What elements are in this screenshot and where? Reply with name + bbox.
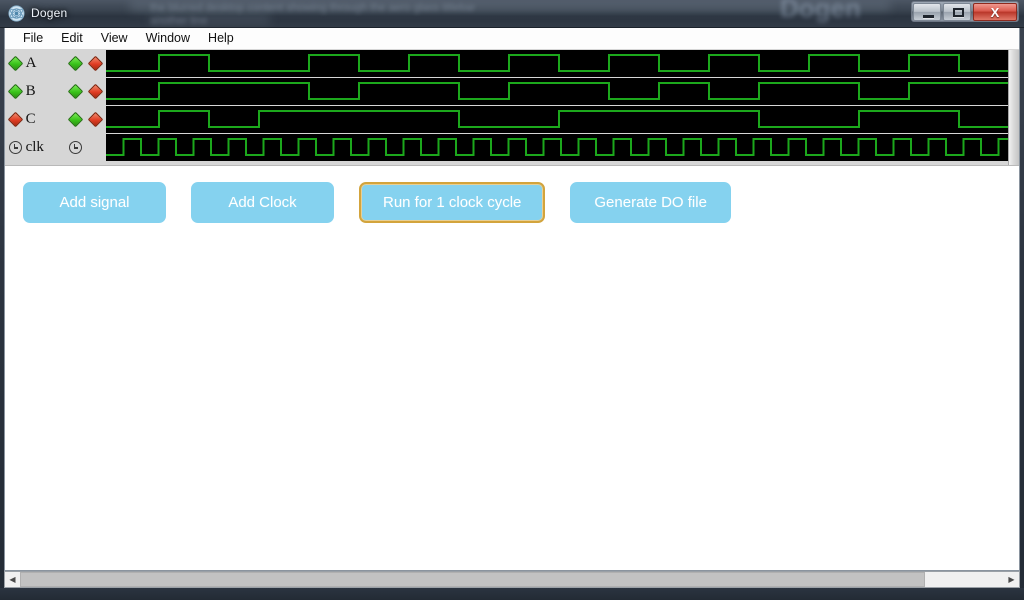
horizontal-scrollbar[interactable]: ◀ ▶ (4, 571, 1020, 588)
application-window: the blurred desktop content showing thro… (0, 0, 1024, 600)
add-signal-button[interactable]: Add signal (23, 182, 166, 223)
set-low-icon-c[interactable] (85, 111, 106, 128)
set-low-icon-b[interactable] (85, 83, 106, 100)
waveform-trace-clk (106, 138, 1018, 156)
app-logo-icon (8, 5, 25, 22)
menu-item-edit[interactable]: Edit (52, 29, 92, 48)
maximize-button[interactable] (943, 3, 971, 21)
set-high-icon-b[interactable] (65, 83, 86, 100)
window-controls: X (911, 1, 1019, 22)
signal-name-a: A (25, 55, 37, 71)
set-high-icon-a[interactable] (65, 55, 86, 72)
clock-state-icon-clk (5, 141, 26, 154)
signal-row-a: A (5, 50, 1019, 77)
signal-name-b: B (25, 83, 36, 99)
glass-blur-blob (130, 2, 890, 11)
window-title: Dogen (31, 6, 68, 20)
waveform-trace-b (106, 82, 1018, 100)
signal-row-b: B (5, 78, 1019, 105)
signal-row-c: C (5, 106, 1019, 133)
clock-edit-icon-clk[interactable] (65, 141, 86, 154)
scroll-right-arrow-icon[interactable]: ▶ (1004, 572, 1019, 587)
run-one-clock-cycle-button[interactable]: Run for 1 clock cycle (359, 182, 546, 223)
signal-name-clk: clk (25, 139, 44, 155)
maximize-icon (953, 8, 964, 17)
action-button-bar: Add signal Add Clock Run for 1 clock cyc… (5, 166, 1019, 223)
waveform-panel: A B C clk (5, 50, 1019, 166)
signal-label-group-a: A (5, 50, 106, 77)
menu-item-file[interactable]: File (14, 29, 52, 48)
menu-item-view[interactable]: View (92, 29, 137, 48)
glass-ghost-line-1: the blurred desktop content showing thro… (150, 2, 476, 14)
title-bar[interactable]: the blurred desktop content showing thro… (0, 0, 1024, 28)
signal-label-group-b: B (5, 78, 106, 105)
add-clock-button[interactable]: Add Clock (191, 182, 334, 223)
glass-ghost-title: Dogen (780, 0, 861, 23)
scroll-left-arrow-icon[interactable]: ◀ (5, 572, 20, 587)
waveform-canvas-clk[interactable] (106, 134, 1019, 161)
signal-label-group-clk: clk (5, 134, 106, 161)
client-area: File Edit View Window Help A B C clk Add… (4, 28, 1020, 571)
waveform-canvas-c[interactable] (106, 106, 1019, 133)
signal-state-icon-a (5, 55, 26, 72)
waveform-trace-a (106, 54, 1018, 72)
signal-state-icon-c (5, 111, 26, 128)
glass-ghost-line-2: another line (150, 15, 208, 27)
menu-item-help[interactable]: Help (199, 29, 243, 48)
waveform-trace-c (106, 110, 1018, 128)
signal-name-c: C (25, 111, 36, 127)
scrollbar-thumb[interactable] (20, 572, 926, 587)
minimize-button[interactable] (913, 3, 941, 21)
set-low-icon-a[interactable] (85, 55, 106, 72)
glass-blur-blob (150, 16, 270, 23)
minimize-icon (923, 15, 934, 18)
waveform-canvas-a[interactable] (106, 50, 1019, 77)
signal-label-group-c: C (5, 106, 106, 133)
scrollbar-track[interactable] (20, 572, 1004, 587)
waveform-vertical-scrollbar[interactable] (1008, 50, 1019, 165)
set-high-icon-c[interactable] (65, 111, 86, 128)
menu-bar: File Edit View Window Help (5, 28, 1019, 50)
close-icon: X (990, 4, 1000, 20)
generate-do-file-button[interactable]: Generate DO file (570, 182, 731, 223)
menu-item-window[interactable]: Window (137, 29, 199, 48)
signal-state-icon-b (5, 83, 26, 100)
signal-row-clk: clk (5, 134, 1019, 161)
window-bottom-frame (0, 588, 1024, 600)
close-button[interactable]: X (973, 3, 1017, 21)
waveform-canvas-b[interactable] (106, 78, 1019, 105)
